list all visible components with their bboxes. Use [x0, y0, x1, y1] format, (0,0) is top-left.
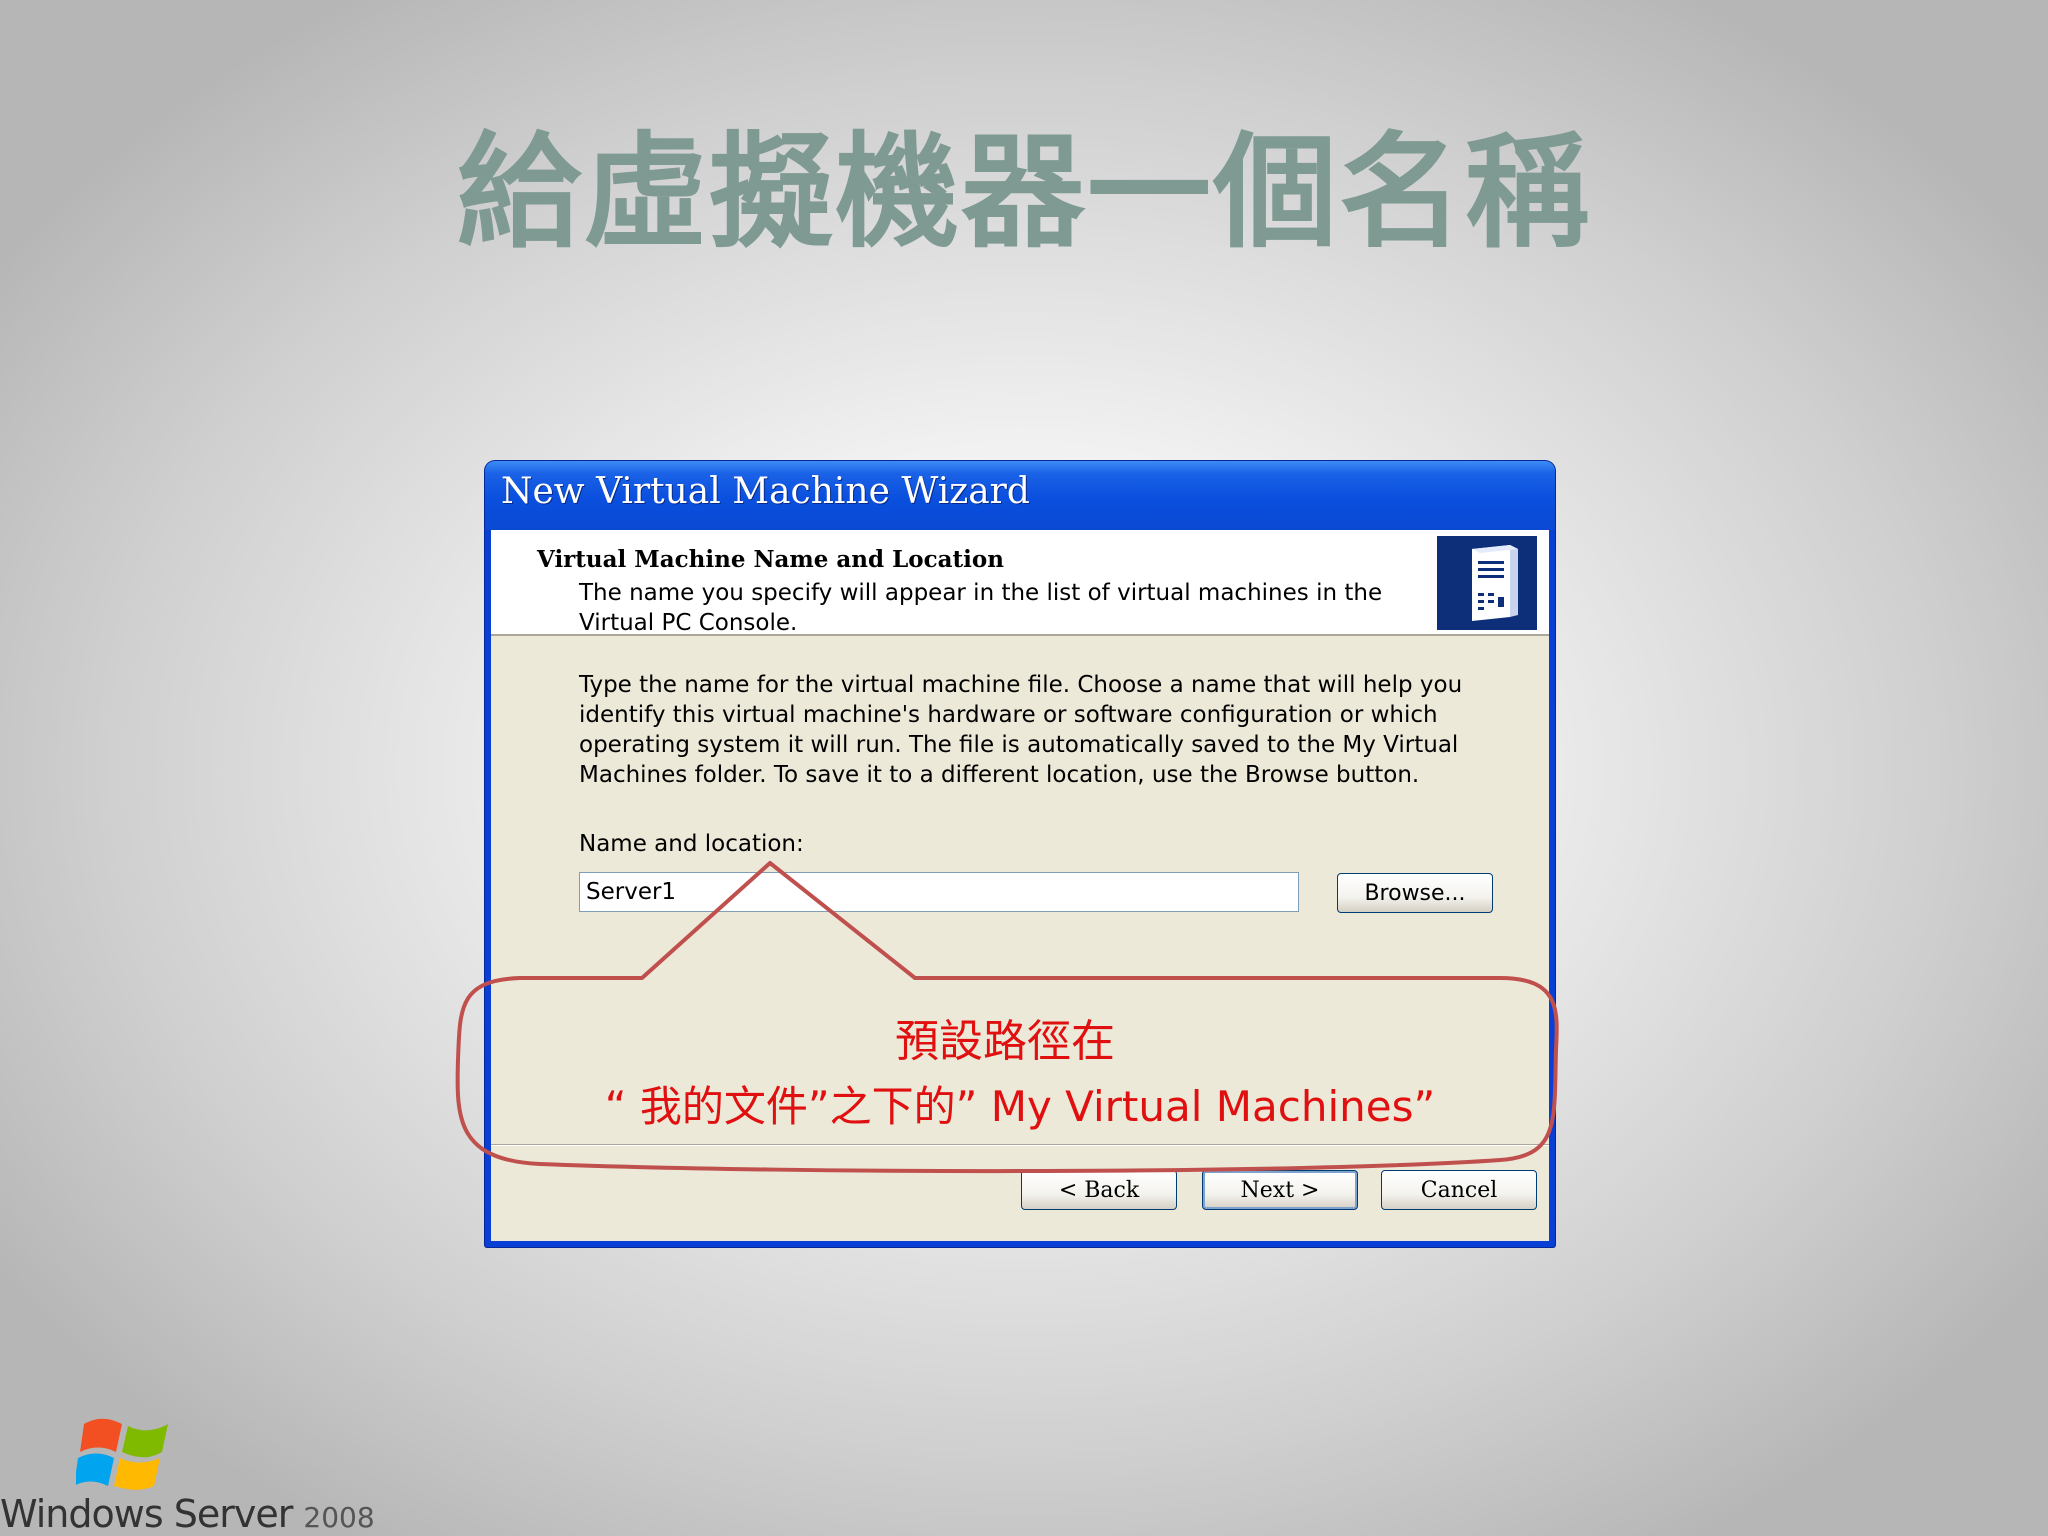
wizard-header-panel: Virtual Machine Name and Location The na…: [491, 530, 1549, 636]
wizard-title: New Virtual Machine Wizard: [501, 471, 1030, 512]
footer-separator: [491, 1144, 1549, 1146]
name-location-label: Name and location:: [579, 831, 804, 857]
step-subtitle: The name you specify will appear in the …: [579, 580, 1383, 636]
server-tower-icon: [1437, 536, 1537, 630]
cancel-button[interactable]: Cancel: [1381, 1170, 1537, 1210]
callout-text-line1: 預設路徑在: [895, 1016, 1115, 1067]
windows-flag-icon: [74, 1410, 176, 1504]
brand-year: 2008: [303, 1501, 375, 1534]
slide-title: 給虛擬機器一個名稱: [456, 121, 1591, 265]
browse-button[interactable]: Browse...: [1337, 873, 1493, 913]
back-button[interactable]: < Back: [1021, 1170, 1177, 1210]
brand-name: Windows Server: [0, 1492, 293, 1536]
windows-server-logo: Windows Server 2008: [0, 1400, 375, 1536]
wizard-titlebar[interactable]: New Virtual Machine Wizard: [485, 461, 1555, 530]
brand-wordmark: Windows Server 2008: [0, 1492, 375, 1536]
next-button[interactable]: Next >: [1202, 1170, 1358, 1210]
step-title: Virtual Machine Name and Location: [537, 546, 1004, 573]
callout-text-line2: “ 我的文件”之下的” My Virtual Machines”: [604, 1082, 1436, 1131]
name-location-input[interactable]: [579, 872, 1299, 912]
instructions-text: Type the name for the virtual machine fi…: [579, 672, 1463, 788]
